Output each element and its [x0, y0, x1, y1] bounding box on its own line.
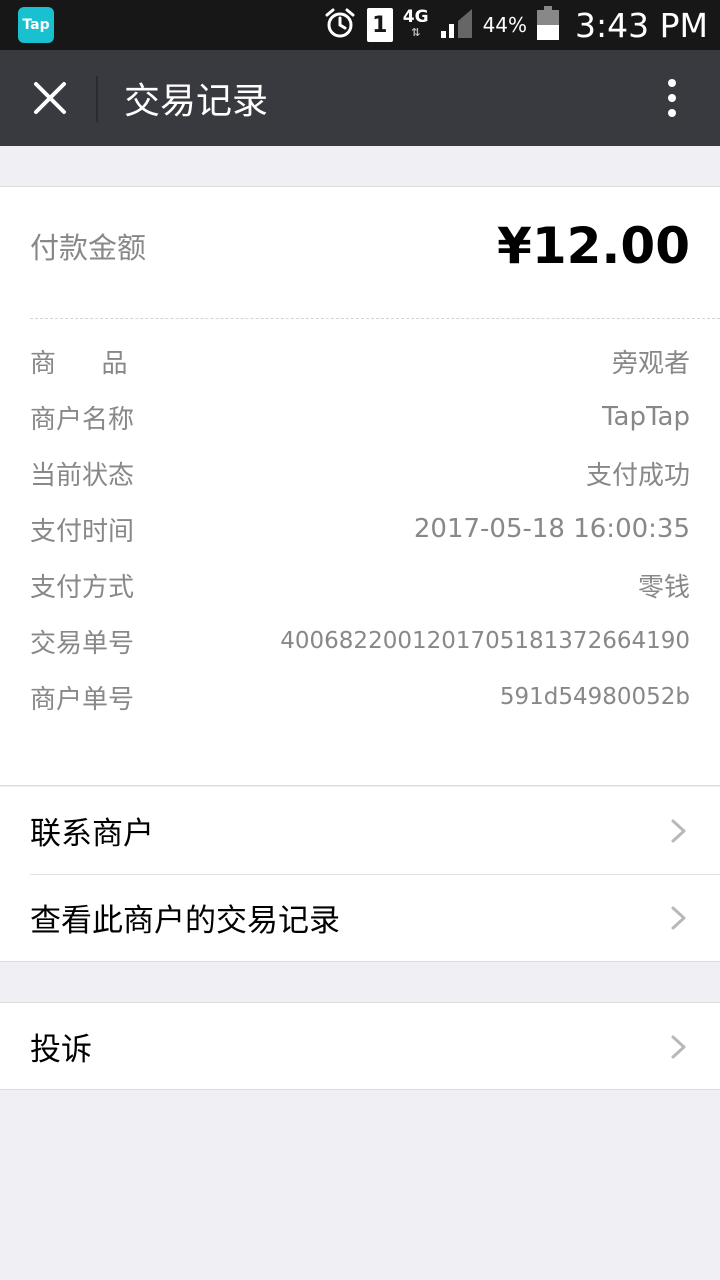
complaint-group: 投诉 — [0, 1002, 720, 1090]
amount-label: 付款金额 — [30, 231, 147, 265]
view-merchant-records-label: 查看此商户的交易记录 — [30, 903, 340, 939]
detail-label: 商户单号 — [30, 684, 135, 715]
network-type-label: 4G — [402, 7, 429, 27]
detail-label: 当前状态 — [30, 460, 135, 491]
sim-indicator: 1 — [366, 8, 393, 42]
data-activity-icon: ⇅ — [411, 26, 421, 39]
close-button[interactable] — [20, 68, 80, 128]
clock-time: 3:43 PM — [575, 5, 708, 45]
view-merchant-records-row[interactable]: 查看此商户的交易记录 — [0, 874, 720, 961]
battery-percentage: 44% — [482, 13, 528, 37]
signal-icon — [439, 7, 473, 43]
complain-row[interactable]: 投诉 — [0, 1003, 720, 1090]
detail-row-transaction-id: 交易单号 4006822001201705181372664190 — [30, 613, 690, 669]
detail-row-payment-time: 支付时间 2017-05-18 16:00:35 — [30, 501, 690, 557]
battery-icon — [537, 6, 560, 44]
transaction-detail-card: 付款金额 ¥12.00 商品 旁观者 商户名称 TapTap 当前状态 支付成功… — [0, 186, 720, 786]
complain-label: 投诉 — [30, 1032, 92, 1068]
more-vertical-icon — [668, 79, 676, 117]
chevron-right-icon — [671, 906, 686, 930]
alarm-icon — [323, 6, 357, 44]
detail-row-status: 当前状态 支付成功 — [30, 445, 690, 501]
detail-row-merchant-name: 商户名称 TapTap — [30, 389, 690, 445]
detail-list: 商品 旁观者 商户名称 TapTap 当前状态 支付成功 支付时间 2017-0… — [30, 333, 690, 725]
detail-value: 支付成功 — [585, 460, 690, 491]
taptap-app-icon: Tap — [18, 7, 54, 43]
title-bar: 交易记录 — [0, 50, 720, 146]
detail-row-payment-method: 支付方式 零钱 — [30, 557, 690, 613]
contact-merchant-label: 联系商户 — [30, 816, 154, 852]
status-icons: 1 4G ⇅ 44% 3:43 PM — [323, 0, 708, 50]
payment-amount-row: 付款金额 ¥12.00 — [30, 187, 690, 305]
merchant-actions-group: 联系商户 查看此商户的交易记录 — [0, 787, 720, 962]
detail-label: 商品 — [30, 348, 174, 379]
detail-label: 支付方式 — [30, 572, 135, 603]
detail-row-merchant-order-id: 商户单号 591d54980052b — [30, 669, 690, 725]
dashed-divider — [30, 318, 720, 319]
contact-merchant-row[interactable]: 联系商户 — [0, 787, 720, 874]
amount-value: ¥12.00 — [497, 217, 690, 275]
network-type-indicator: 4G ⇅ — [403, 9, 429, 41]
close-icon — [34, 82, 66, 114]
detail-value: 591d54980052b — [499, 684, 690, 710]
chevron-right-icon — [671, 1035, 686, 1059]
status-bar: Tap 1 4G ⇅ 44% 3:43 PM — [0, 0, 720, 50]
detail-label: 交易单号 — [30, 628, 135, 659]
detail-row-product: 商品 旁观者 — [30, 333, 690, 389]
detail-value: 4006822001201705181372664190 — [280, 628, 690, 654]
detail-value: 旁观者 — [611, 348, 690, 379]
more-options-button[interactable] — [646, 72, 698, 124]
detail-label: 支付时间 — [30, 516, 135, 547]
detail-value: 零钱 — [637, 572, 690, 603]
chevron-right-icon — [671, 819, 686, 843]
detail-value: TapTap — [601, 402, 690, 432]
detail-value: 2017-05-18 16:00:35 — [413, 514, 690, 544]
title-divider — [96, 76, 98, 122]
detail-label: 商户名称 — [30, 404, 135, 435]
page-title: 交易记录 — [124, 81, 269, 122]
